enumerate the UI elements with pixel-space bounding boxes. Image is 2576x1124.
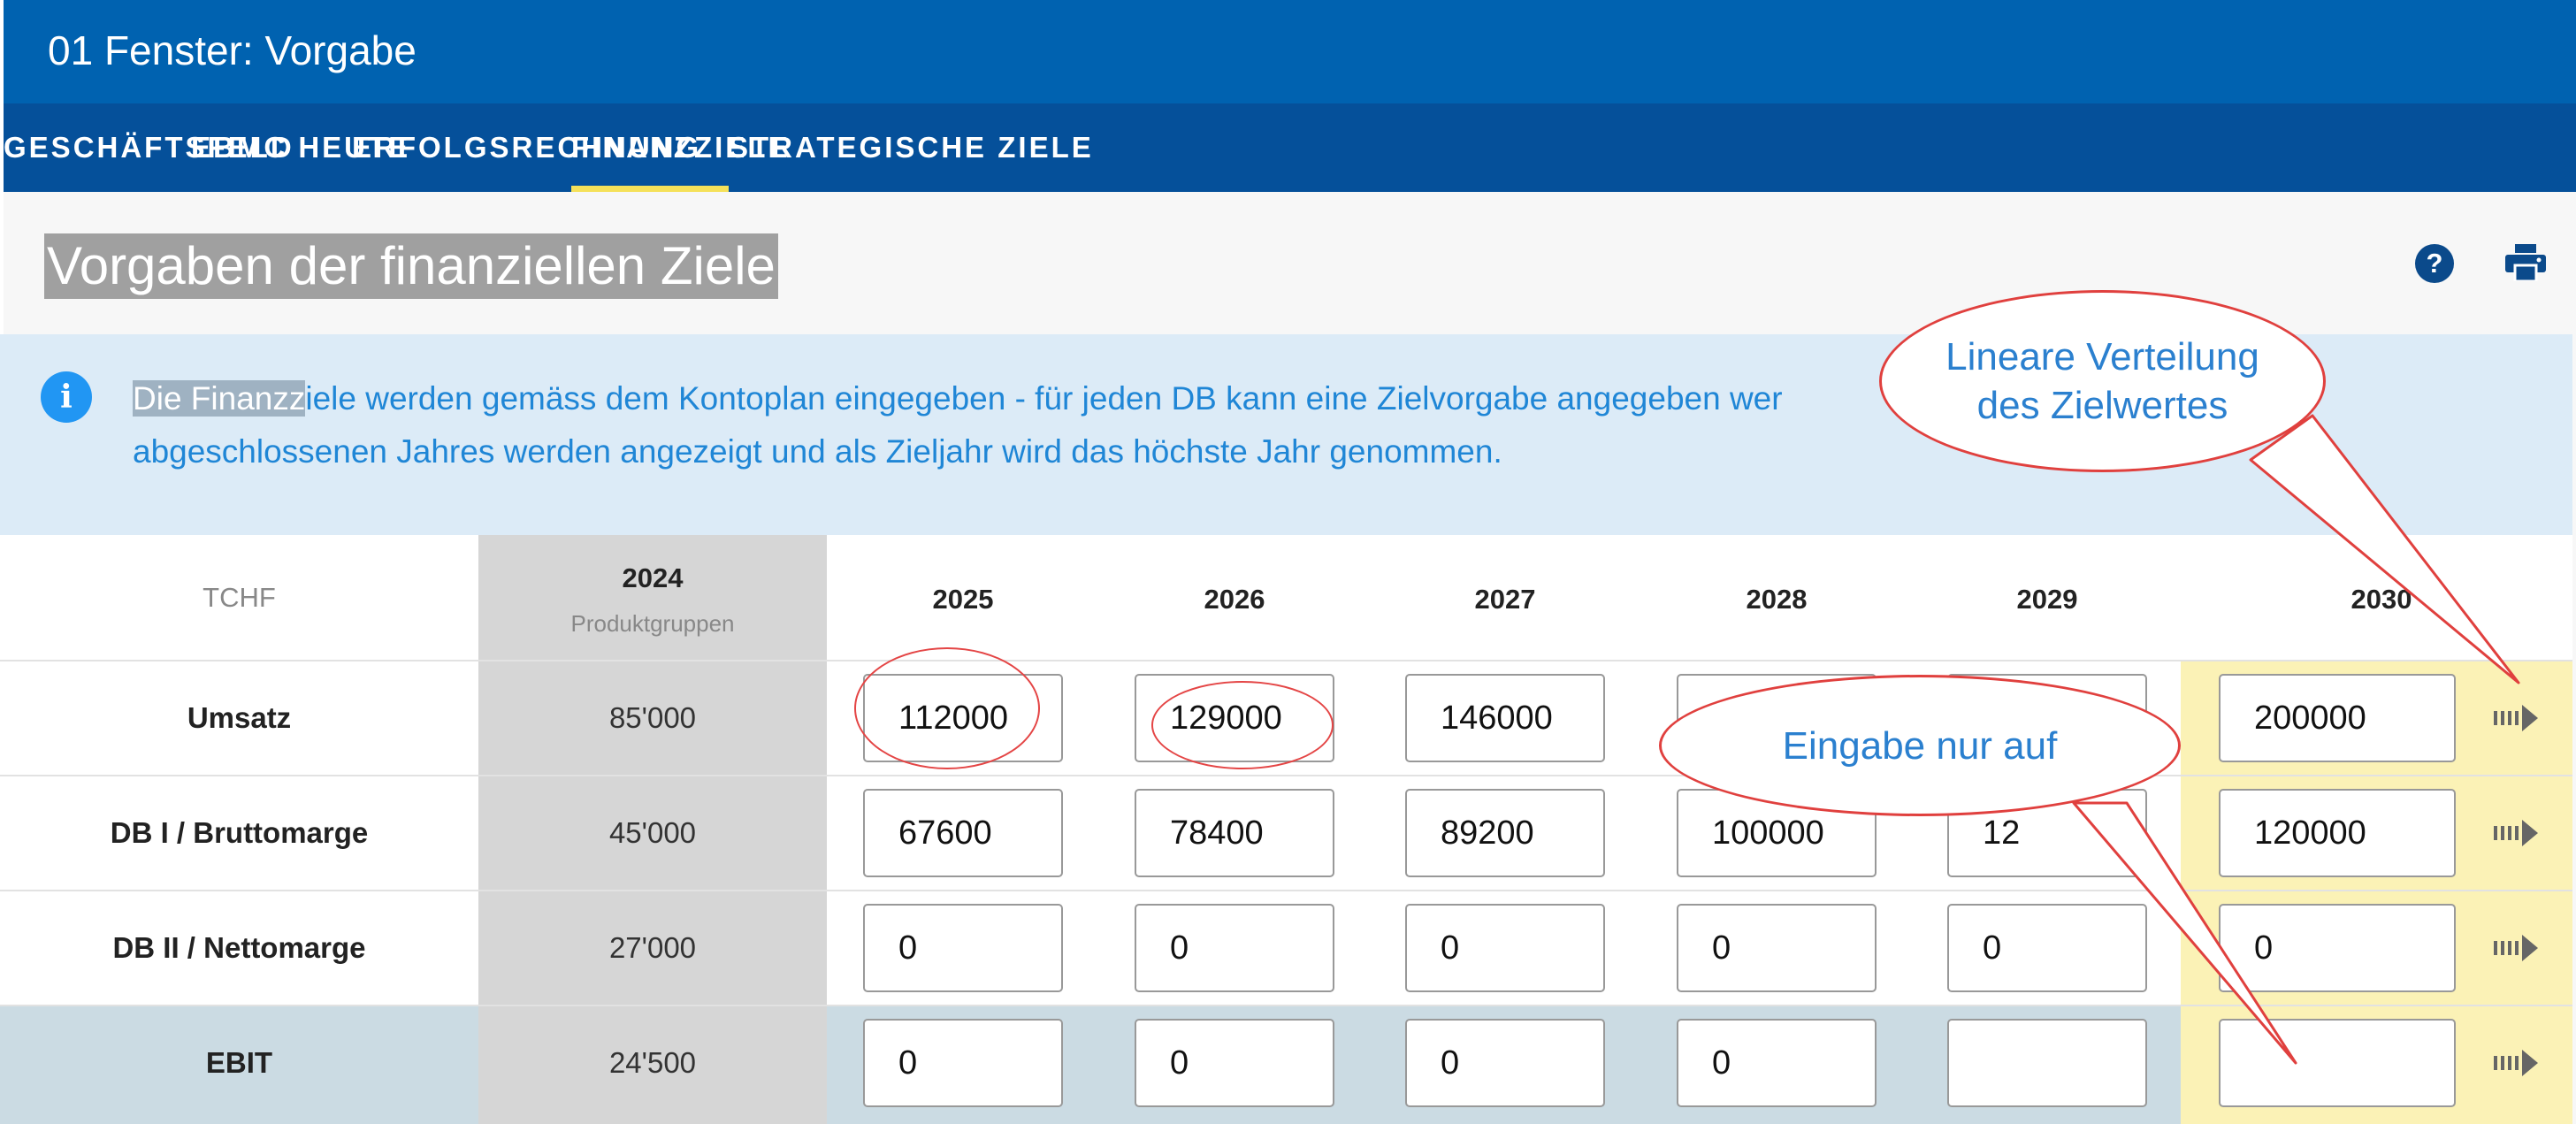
input-ebit-2029[interactable] <box>1947 1019 2147 1107</box>
base-value-umsatz: 85'000 <box>608 701 697 734</box>
input-db2-2029[interactable]: 0 <box>1947 904 2147 992</box>
year-header-2025: 2025 <box>932 584 994 615</box>
callout-top-line-2: des Zielwertes <box>1976 384 2228 427</box>
info-text-line-2: abgeschlossenen Jahres werden angezeigt … <box>133 433 1502 470</box>
page-title: Vorgaben der finanziellen Ziele <box>44 233 778 299</box>
input-db2-2027[interactable]: 0 <box>1405 904 1605 992</box>
input-ebit-2030[interactable] <box>2219 1019 2456 1107</box>
annotation-ellipse-2026 <box>1151 681 1334 769</box>
base-value-db2: 27'000 <box>608 931 697 964</box>
row-divider <box>0 660 2572 661</box>
input-ebit-2028[interactable]: 0 <box>1677 1019 1877 1107</box>
row-label-db2: DB II / Nettomarge <box>112 931 366 964</box>
base-value-db1: 45'000 <box>608 816 697 849</box>
tab-erfolgsrechnung[interactable]: ERFOLGSRECHNUNG <box>352 103 699 192</box>
input-db1-2025[interactable]: 67600 <box>863 789 1063 877</box>
info-circle-icon: i <box>41 371 92 423</box>
distribute-arrow-icon[interactable] <box>2494 820 2540 846</box>
input-db1-2026[interactable]: 78400 <box>1135 789 1334 877</box>
input-ebit-2027[interactable]: 0 <box>1405 1019 1605 1107</box>
callout-top-line-1: Lineare Verteilung <box>1945 335 2259 378</box>
input-db2-2025[interactable]: 0 <box>863 904 1063 992</box>
base-year-subheader: Produktgruppen <box>570 610 735 637</box>
distribute-arrow-icon[interactable] <box>2494 935 2540 961</box>
distribute-arrow-icon[interactable] <box>2494 705 2540 731</box>
row-label-db1: DB I / Bruttomarge <box>110 816 369 849</box>
input-umsatz-2030[interactable]: 200000 <box>2219 674 2456 762</box>
row-divider <box>0 1005 2572 1006</box>
input-umsatz-2027[interactable]: 146000 <box>1405 674 1605 762</box>
row-divider <box>0 775 2572 776</box>
help-icon[interactable]: ? <box>2415 244 2454 283</box>
info-text-rest: iele werden gemäss dem Kontoplan eingege… <box>305 380 1783 417</box>
year-header-2028: 2028 <box>1746 584 1808 615</box>
year-header-2027: 2027 <box>1474 584 1536 615</box>
tab-finanzziele[interactable]: FINANZZIELE <box>571 103 787 192</box>
annotation-ellipse-2025 <box>854 647 1040 769</box>
input-ebit-2026[interactable]: 0 <box>1135 1019 1334 1107</box>
input-db2-2026[interactable]: 0 <box>1135 904 1334 992</box>
info-text-line-1: Die Finanzziele werden gemäss dem Kontop… <box>133 380 1783 417</box>
unit-header: TCHF <box>203 582 276 613</box>
row-label-ebit: EBIT <box>205 1046 273 1079</box>
window-titlebar: 01 Fenster: Vorgabe <box>4 0 2576 103</box>
input-ebit-2025[interactable]: 0 <box>863 1019 1063 1107</box>
tab-bar: GESCHÄFTSFELD EBMC HEUTE ERFOLGSRECHNUNG… <box>4 103 2576 192</box>
input-db2-2028[interactable]: 0 <box>1677 904 1877 992</box>
input-db1-2030[interactable]: 120000 <box>2219 789 2456 877</box>
info-text-highlight: Die Finanzz <box>133 380 306 417</box>
tab-strategische-ziele[interactable]: STRATEGISCHE ZIELE <box>729 103 1091 192</box>
distribute-arrow-icon[interactable] <box>2494 1050 2540 1076</box>
printer-icon[interactable] <box>2505 244 2546 281</box>
base-value-ebit: 24'500 <box>608 1046 697 1079</box>
input-db2-2030[interactable]: 0 <box>2219 904 2456 992</box>
callout-linear-distribution: Lineare Verteilung des Zielwertes <box>1879 290 2326 472</box>
row-label-umsatz: Umsatz <box>187 701 292 734</box>
year-header-2026: 2026 <box>1204 584 1265 615</box>
window-title: 01 Fenster: Vorgabe <box>48 27 417 73</box>
row-divider <box>0 890 2572 891</box>
base-year-header: 2024 <box>622 562 684 593</box>
tab-geschaeftsfeld[interactable]: GESCHÄFTSFELD <box>4 103 292 192</box>
callout-input-only: Eingabe nur auf <box>1659 675 2181 816</box>
year-header-2030: 2030 <box>2351 584 2412 615</box>
tab-ebmc-heute[interactable]: EBMC HEUTE <box>191 103 408 192</box>
input-db1-2027[interactable]: 89200 <box>1405 789 1605 877</box>
year-header-2029: 2029 <box>2016 584 2078 615</box>
